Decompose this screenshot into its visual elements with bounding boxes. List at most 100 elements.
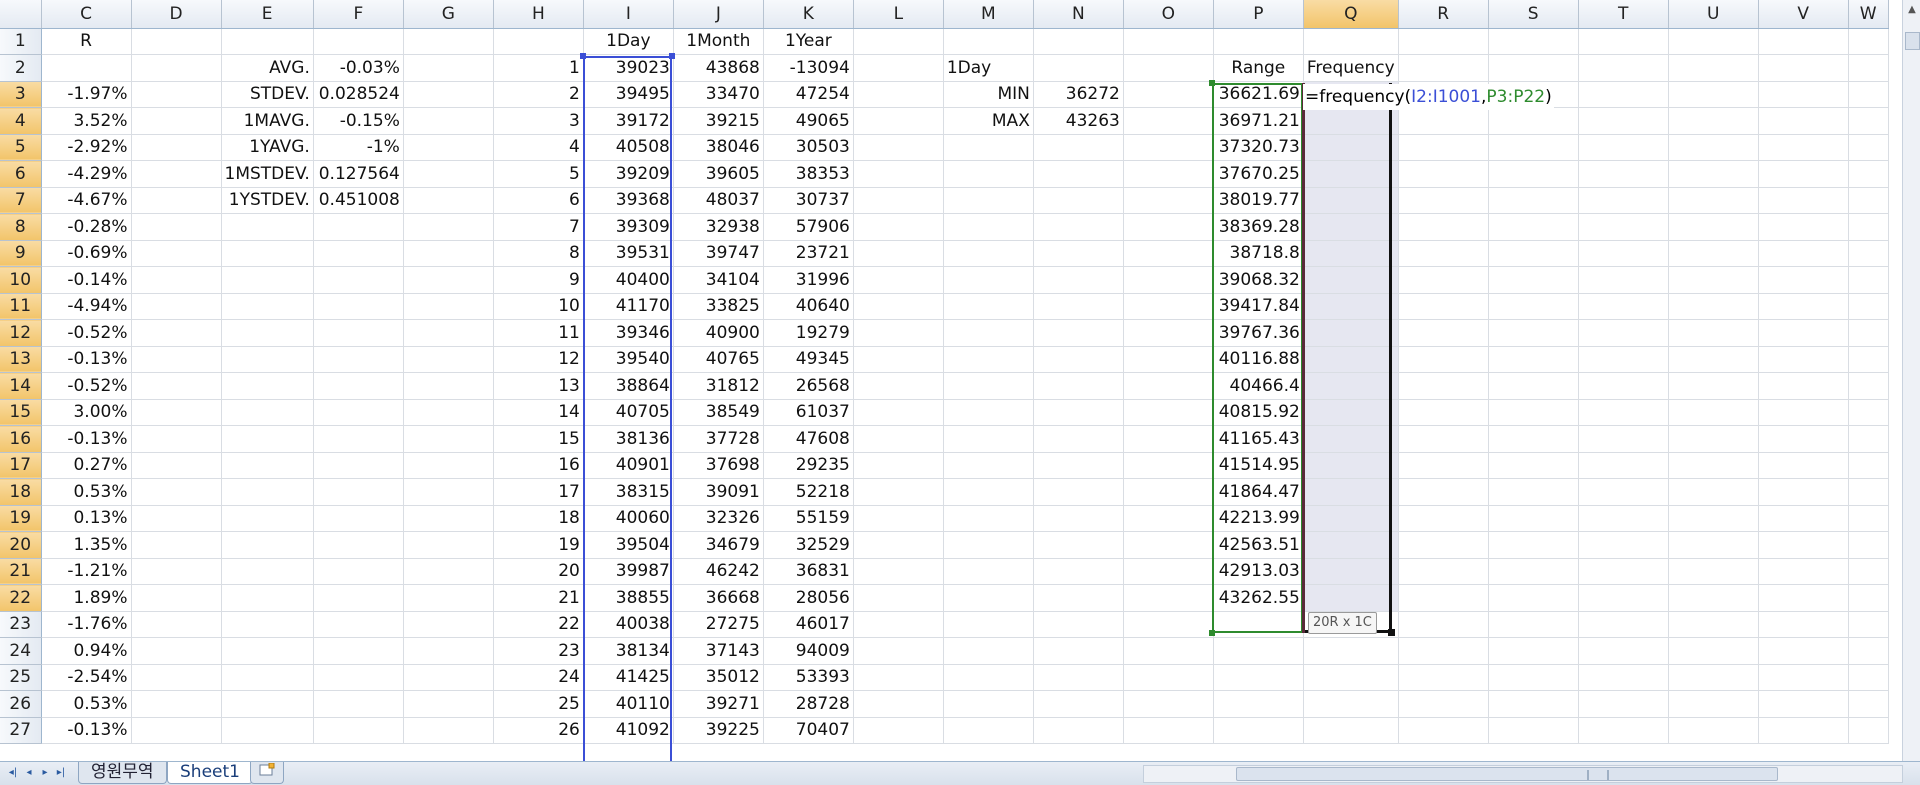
- cell-d17[interactable]: [131, 452, 222, 479]
- cell-k1[interactable]: 1Year: [763, 28, 854, 55]
- cell-m2[interactable]: 1Day: [943, 54, 1034, 82]
- cell-d1[interactable]: [131, 28, 222, 55]
- cell-v6[interactable]: [1758, 160, 1849, 188]
- cell-t22[interactable]: [1578, 584, 1669, 612]
- cell-i13[interactable]: 39540: [583, 346, 674, 373]
- cell-q7[interactable]: [1303, 187, 1399, 214]
- cell-n4[interactable]: 43263: [1033, 107, 1124, 135]
- cell-m4[interactable]: MAX: [943, 107, 1034, 135]
- cell-q21[interactable]: [1303, 558, 1399, 585]
- cell-t23[interactable]: [1578, 611, 1669, 638]
- cell-i11[interactable]: 41170: [583, 293, 674, 320]
- cell-o15[interactable]: [1123, 399, 1214, 426]
- cell-e11[interactable]: [221, 293, 314, 320]
- cell-v3[interactable]: [1758, 81, 1849, 108]
- cell-p1[interactable]: [1213, 28, 1304, 55]
- cell-o6[interactable]: [1123, 160, 1214, 188]
- cell-d2[interactable]: [131, 54, 222, 82]
- cell-t3[interactable]: [1578, 81, 1669, 108]
- cell-w15[interactable]: [1848, 399, 1889, 426]
- cell-s5[interactable]: [1488, 134, 1579, 161]
- cell-c11[interactable]: -4.94%: [41, 293, 132, 320]
- cell-l18[interactable]: [853, 478, 944, 506]
- cell-w13[interactable]: [1848, 346, 1889, 373]
- cell-l3[interactable]: [853, 81, 944, 108]
- cell-q14[interactable]: [1303, 372, 1399, 400]
- column-header-i[interactable]: I: [583, 0, 674, 29]
- cell-m24[interactable]: [943, 637, 1034, 665]
- cell-v21[interactable]: [1758, 558, 1849, 585]
- cell-s4[interactable]: [1488, 107, 1579, 135]
- cell-m8[interactable]: [943, 213, 1034, 241]
- cell-r12[interactable]: [1398, 319, 1489, 347]
- cell-r4[interactable]: [1398, 107, 1489, 135]
- cell-h13[interactable]: 12: [493, 346, 584, 373]
- cell-m17[interactable]: [943, 452, 1034, 479]
- cell-v9[interactable]: [1758, 240, 1849, 267]
- cell-k18[interactable]: 52218: [763, 478, 854, 506]
- column-header-o[interactable]: O: [1123, 0, 1214, 29]
- cell-g24[interactable]: [403, 637, 494, 665]
- cell-k17[interactable]: 29235: [763, 452, 854, 479]
- cell-k25[interactable]: 53393: [763, 664, 854, 691]
- cell-o24[interactable]: [1123, 637, 1214, 665]
- cell-v8[interactable]: [1758, 213, 1849, 241]
- cell-w8[interactable]: [1848, 213, 1889, 241]
- cell-h8[interactable]: 7: [493, 213, 584, 241]
- cell-w4[interactable]: [1848, 107, 1889, 135]
- column-header-s[interactable]: S: [1488, 0, 1579, 29]
- cell-f8[interactable]: [313, 213, 404, 241]
- cell-q10[interactable]: [1303, 266, 1399, 294]
- row-header[interactable]: 26: [0, 690, 42, 718]
- column-header-r[interactable]: R: [1398, 0, 1489, 29]
- cell-k8[interactable]: 57906: [763, 213, 854, 241]
- cell-q18[interactable]: [1303, 478, 1399, 506]
- cell-p9[interactable]: 38718.8: [1213, 240, 1304, 267]
- cell-p23[interactable]: [1213, 611, 1304, 638]
- cell-d11[interactable]: [131, 293, 222, 320]
- cell-c9[interactable]: -0.69%: [41, 240, 132, 267]
- cell-d23[interactable]: [131, 611, 222, 638]
- cell-d14[interactable]: [131, 372, 222, 400]
- cell-e23[interactable]: [221, 611, 314, 638]
- cell-w17[interactable]: [1848, 452, 1889, 479]
- first-sheet-icon[interactable]: ◂|: [6, 765, 20, 781]
- cell-h3[interactable]: 2: [493, 81, 584, 108]
- cell-d8[interactable]: [131, 213, 222, 241]
- cell-w10[interactable]: [1848, 266, 1889, 294]
- cell-p21[interactable]: 42913.03: [1213, 558, 1304, 585]
- cell-n23[interactable]: [1033, 611, 1124, 638]
- cell-j4[interactable]: 39215: [673, 107, 764, 135]
- cell-t4[interactable]: [1578, 107, 1669, 135]
- cell-d5[interactable]: [131, 134, 222, 161]
- cell-m11[interactable]: [943, 293, 1034, 320]
- cell-p4[interactable]: 36971.21: [1213, 107, 1304, 135]
- cell-i2[interactable]: 39023: [583, 54, 674, 82]
- cell-v23[interactable]: [1758, 611, 1849, 638]
- column-header-d[interactable]: D: [131, 0, 222, 29]
- row-header[interactable]: 4: [0, 107, 42, 135]
- cell-i1[interactable]: 1Day: [583, 28, 674, 55]
- cell-k27[interactable]: 70407: [763, 717, 854, 744]
- cell-s16[interactable]: [1488, 425, 1579, 453]
- cell-q11[interactable]: [1303, 293, 1399, 320]
- cell-e27[interactable]: [221, 717, 314, 744]
- cell-m1[interactable]: [943, 28, 1034, 55]
- cell-c23[interactable]: -1.76%: [41, 611, 132, 638]
- row-header[interactable]: 17: [0, 452, 42, 479]
- cell-h9[interactable]: 8: [493, 240, 584, 267]
- cell-j2[interactable]: 43868: [673, 54, 764, 82]
- cell-o3[interactable]: [1123, 81, 1214, 108]
- cell-s14[interactable]: [1488, 372, 1579, 400]
- cell-p10[interactable]: 39068.32: [1213, 266, 1304, 294]
- cell-g10[interactable]: [403, 266, 494, 294]
- row-header[interactable]: 15: [0, 399, 42, 426]
- cell-r16[interactable]: [1398, 425, 1489, 453]
- cell-i18[interactable]: 38315: [583, 478, 674, 506]
- cell-c7[interactable]: -4.67%: [41, 187, 132, 214]
- cell-e6[interactable]: 1MSTDEV.: [221, 160, 314, 188]
- cell-d13[interactable]: [131, 346, 222, 373]
- cell-f11[interactable]: [313, 293, 404, 320]
- horizontal-scroll-thumb[interactable]: [1236, 767, 1778, 781]
- cell-c3[interactable]: -1.97%: [41, 81, 132, 108]
